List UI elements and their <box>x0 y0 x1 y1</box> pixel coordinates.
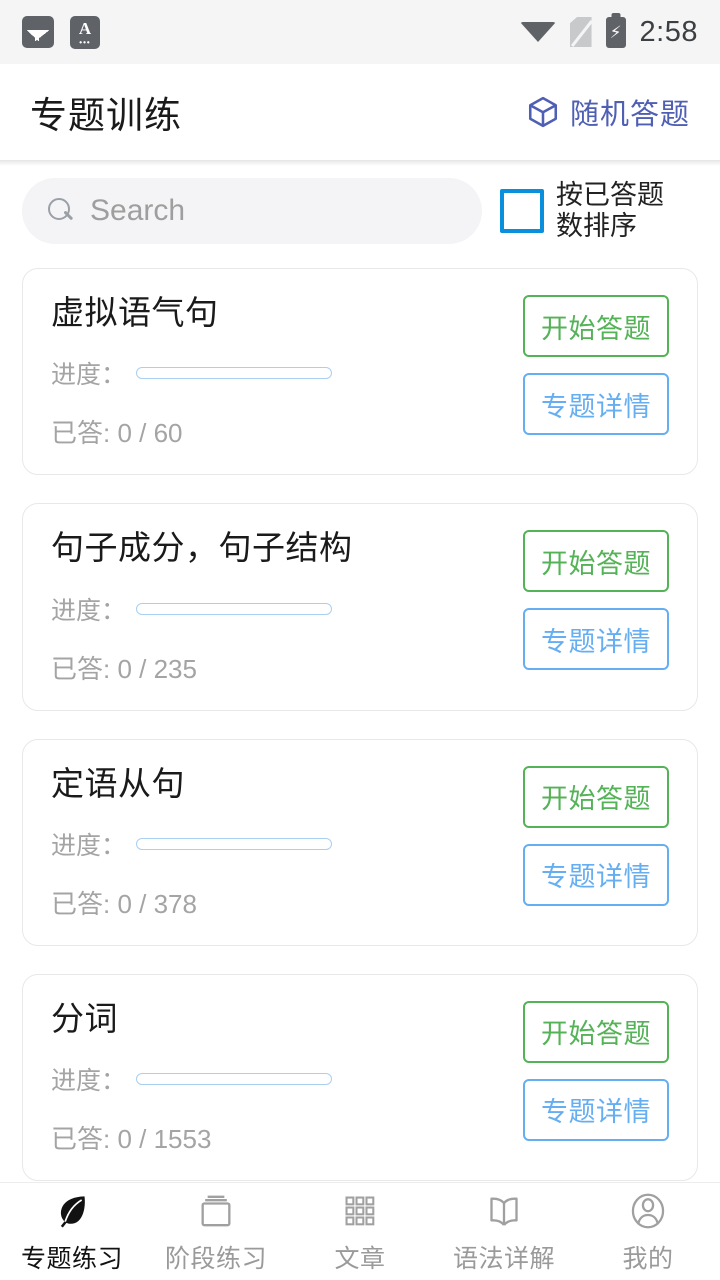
photo-icon <box>22 16 54 48</box>
nav-label: 专题练习 <box>20 1244 123 1273</box>
topic-progress-row: 进度： <box>51 355 523 391</box>
topic-list[interactable]: 虚拟语气句 进度： 已答: 0 / 60 开始答题 专题详情 句子成分，句子结构… <box>0 268 720 1182</box>
topic-card-info: 句子成分，句子结构 进度： 已答: 0 / 235 <box>51 529 523 685</box>
nav-item-articles[interactable]: 文章 <box>288 1189 432 1275</box>
leaf-icon <box>52 1189 92 1233</box>
person-icon <box>627 1189 669 1233</box>
start-quiz-button[interactable]: 开始答题 <box>523 765 669 828</box>
app-header: 专题训练 随机答题 <box>0 64 720 166</box>
topic-progress-row: 进度： <box>51 826 523 862</box>
topic-card[interactable]: 虚拟语气句 进度： 已答: 0 / 60 开始答题 专题详情 <box>22 268 698 476</box>
sort-by-answered-option[interactable]: 按已答题数排序 <box>500 180 698 243</box>
nav-label: 阶段练习 <box>164 1244 267 1273</box>
topic-detail-button[interactable]: 专题详情 <box>523 843 669 906</box>
sort-checkbox[interactable] <box>500 189 544 233</box>
progress-label: 进度： <box>51 1067 127 1096</box>
search-icon <box>48 198 74 224</box>
topic-progress-row: 进度： <box>51 591 523 627</box>
topic-card-info: 定语从句 进度： 已答: 0 / 378 <box>51 764 523 921</box>
topic-answered-count: 已答: 0 / 378 <box>51 888 197 919</box>
text-a-icon: A ••• <box>70 15 100 49</box>
nav-label: 语法详解 <box>452 1244 555 1273</box>
topic-detail-button[interactable]: 专题详情 <box>523 373 669 435</box>
progress-label: 进度： <box>51 361 127 390</box>
nav-item-stage-practice[interactable]: 阶段练习 <box>144 1189 288 1275</box>
cube-icon <box>528 96 558 128</box>
topic-title: 分词 <box>51 999 118 1037</box>
progress-bar <box>136 367 333 380</box>
search-row: Search 按已答题数排序 <box>0 160 720 258</box>
topic-title: 虚拟语气句 <box>51 294 219 331</box>
topic-card-actions: 开始答题 专题详情 <box>523 530 669 671</box>
topic-answered-count: 已答: 0 / 60 <box>51 418 183 449</box>
topic-card[interactable]: 句子成分，句子结构 进度： 已答: 0 / 235 开始答题 专题详情 <box>22 503 698 711</box>
start-quiz-button[interactable]: 开始答题 <box>523 1000 669 1063</box>
status-bar: A ••• ⚡ 2:58 <box>0 0 720 64</box>
status-bar-right-icons: ⚡ 2:58 <box>519 15 698 49</box>
random-quiz-button[interactable]: 随机答题 <box>526 91 690 133</box>
battery-charging-icon: ⚡ <box>605 16 626 48</box>
card-stack-icon <box>196 1189 236 1233</box>
sort-checkbox-label: 按已答题数排序 <box>556 179 664 241</box>
topic-card-actions: 开始答题 专题详情 <box>523 295 669 435</box>
start-quiz-button[interactable]: 开始答题 <box>523 530 669 593</box>
nav-item-topic-practice[interactable]: 专题练习 <box>0 1189 144 1275</box>
topic-card-info: 虚拟语气句 进度： 已答: 0 / 60 <box>51 294 523 450</box>
search-input[interactable]: Search <box>22 178 482 244</box>
open-book-icon <box>484 1189 524 1233</box>
topic-card-actions: 开始答题 专题详情 <box>523 765 669 906</box>
topic-progress-row: 进度： <box>51 1061 523 1097</box>
nav-label: 文章 <box>334 1244 386 1273</box>
topic-answered-count: 已答: 0 / 1553 <box>51 1124 212 1155</box>
progress-label: 进度： <box>51 831 127 860</box>
no-sim-icon <box>569 17 593 48</box>
progress-label: 进度： <box>51 596 127 625</box>
nav-item-grammar[interactable]: 语法详解 <box>432 1189 576 1275</box>
topic-detail-button[interactable]: 专题详情 <box>523 608 669 671</box>
progress-bar <box>136 837 333 850</box>
app-root: A ••• ⚡ 2:58 专题训练 随机答题 Search 按已答题数排序 虚拟… <box>0 0 720 1280</box>
random-quiz-label: 随机答题 <box>569 99 690 131</box>
status-bar-clock: 2:58 <box>639 15 698 48</box>
nav-item-mine[interactable]: 我的 <box>576 1189 720 1275</box>
nav-label: 我的 <box>622 1244 674 1273</box>
topic-card-info: 分词 进度： 已答: 0 / 1553 <box>51 999 523 1156</box>
topic-detail-button[interactable]: 专题详情 <box>523 1078 669 1141</box>
status-bar-left-icons: A ••• <box>22 15 100 49</box>
progress-bar <box>136 602 333 615</box>
start-quiz-button[interactable]: 开始答题 <box>523 295 669 357</box>
wifi-icon <box>519 22 556 42</box>
topic-title: 定语从句 <box>51 764 185 802</box>
topic-card[interactable]: 定语从句 进度： 已答: 0 / 378 开始答题 专题详情 <box>22 738 698 946</box>
grid-icon <box>341 1189 379 1233</box>
topic-answered-count: 已答: 0 / 235 <box>51 653 197 684</box>
topic-title: 句子成分，句子结构 <box>51 529 353 567</box>
topic-card-actions: 开始答题 专题详情 <box>523 1000 669 1141</box>
bottom-navigation: 专题练习 阶段练习 文章 语法详解 我的 <box>0 1182 720 1280</box>
search-placeholder: Search <box>90 194 186 227</box>
page-title: 专题训练 <box>30 95 182 136</box>
progress-bar <box>136 1073 333 1086</box>
topic-card[interactable]: 分词 进度： 已答: 0 / 1553 开始答题 专题详情 <box>22 973 698 1182</box>
